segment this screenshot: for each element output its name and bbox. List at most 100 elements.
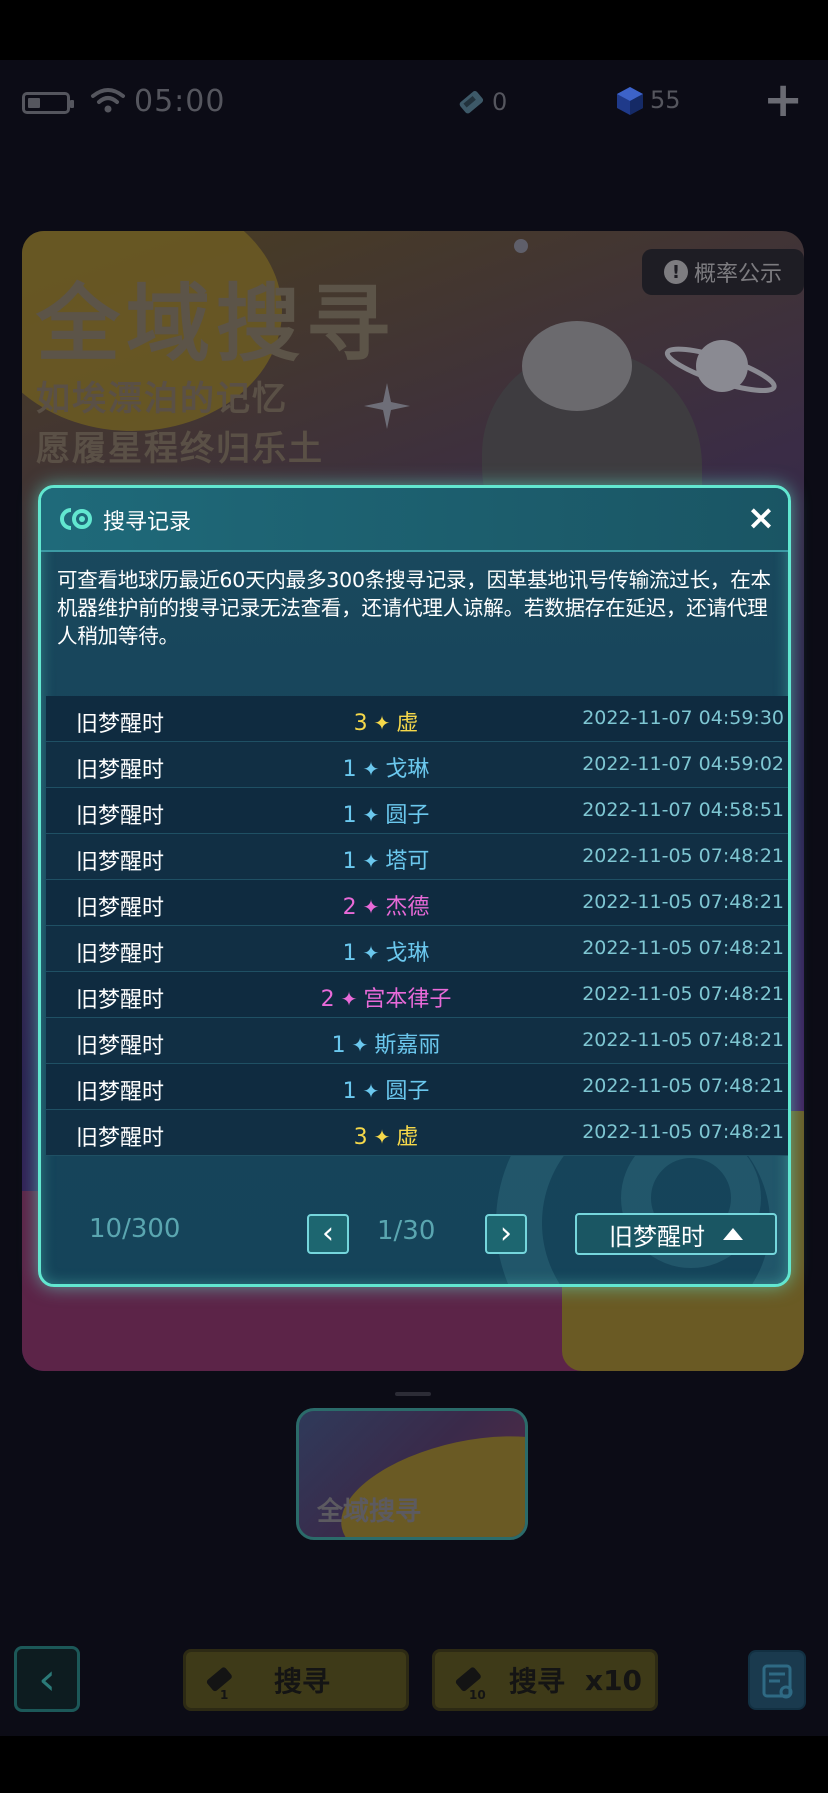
record-pool: 旧梦醒时	[76, 850, 165, 875]
record-result: 3 ✦ 虚	[236, 705, 536, 737]
record-character: 杰德	[385, 895, 430, 920]
record-row: 旧梦醒时 2 ✦ 宫本律子 2022-11-05 07:48:21	[46, 972, 788, 1018]
info-icon: !	[663, 260, 688, 284]
ticket-count: 0	[492, 88, 508, 116]
star-icon: ✦	[362, 803, 380, 827]
record-pool: 旧梦醒时	[76, 1034, 165, 1059]
record-pool: 旧梦醒时	[76, 942, 165, 967]
record-result: 1 ✦ 圆子	[236, 797, 536, 829]
record-character: 戈琳	[385, 757, 430, 782]
record-stars: 3	[353, 711, 368, 736]
record-time: 2022-11-07 04:59:30	[582, 707, 784, 729]
drag-handle	[395, 1392, 431, 1396]
next-page-button[interactable]: ›	[485, 1214, 527, 1254]
battery-icon	[22, 92, 74, 114]
record-result: 2 ✦ 杰德	[236, 889, 536, 921]
modal-title: 搜寻记录	[103, 510, 192, 535]
search-once-label: 搜寻	[274, 1665, 331, 1698]
record-stars: 1	[331, 1033, 346, 1058]
record-time: 2022-11-07 04:58:51	[582, 799, 784, 821]
record-pool: 旧梦醒时	[76, 896, 165, 921]
record-row: 旧梦醒时 2 ✦ 杰德 2022-11-05 07:48:21	[46, 880, 788, 926]
record-row: 旧梦醒时 3 ✦ 虚 2022-11-05 07:48:21	[46, 1110, 788, 1156]
record-time: 2022-11-05 07:48:21	[582, 983, 784, 1005]
clock: 05:00	[134, 84, 226, 119]
star-icon: ✦	[340, 987, 358, 1011]
star-icon: ✦	[362, 757, 380, 781]
record-character: 圆子	[385, 803, 430, 828]
search-ten-count: x10	[585, 1663, 643, 1697]
record-row: 旧梦醒时 1 ✦ 戈琳 2022-11-07 04:59:02	[46, 742, 788, 788]
search-once-button[interactable]: 1 搜寻	[183, 1649, 409, 1711]
search-record-modal: 搜寻记录 × 可查看地球历最近60天内最多300条搜寻记录，因革基地讯号传输流过…	[38, 485, 791, 1287]
banner-subtitle: 如埃漂泊的记忆	[36, 379, 288, 419]
record-pool: 旧梦醒时	[76, 712, 165, 737]
sparkle-icon	[364, 383, 410, 429]
record-time: 2022-11-05 07:48:21	[582, 845, 784, 867]
record-character: 圆子	[385, 1079, 430, 1104]
ticket-icon: 1	[200, 1660, 240, 1702]
record-stars: 2	[342, 895, 357, 920]
record-pool: 旧梦醒时	[76, 988, 165, 1013]
record-stars: 3	[353, 1125, 368, 1150]
record-result: 1 ✦ 斯嘉丽	[236, 1027, 536, 1059]
record-log-button[interactable]	[748, 1650, 806, 1710]
search-ten-button[interactable]: 10 搜寻 x10	[432, 1649, 658, 1711]
star-icon: ✦	[362, 941, 380, 965]
record-time: 2022-11-05 07:48:21	[582, 1029, 784, 1051]
record-stars: 2	[320, 987, 335, 1012]
record-stars: 1	[342, 803, 357, 828]
record-character: 斯嘉丽	[374, 1033, 441, 1058]
record-stars: 1	[342, 849, 357, 874]
probability-button[interactable]: ! 概率公示	[642, 249, 804, 295]
record-row: 旧梦醒时 3 ✦ 虚 2022-11-07 04:59:30	[46, 696, 788, 742]
record-pool: 旧梦醒时	[76, 1080, 165, 1105]
star-icon: ✦	[362, 1079, 380, 1103]
star-icon: ✦	[373, 1125, 391, 1149]
add-currency-button[interactable]: +	[763, 76, 803, 124]
record-stars: 1	[342, 1079, 357, 1104]
close-button[interactable]: ×	[741, 498, 781, 538]
probability-label: 概率公示	[693, 262, 782, 287]
record-row: 旧梦醒时 1 ✦ 戈琳 2022-11-05 07:48:21	[46, 926, 788, 972]
record-row: 旧梦醒时 1 ✦ 圆子 2022-11-05 07:48:21	[46, 1064, 788, 1110]
record-stars: 1	[342, 757, 357, 782]
banner-subtitle: 愿履星程终归乐土	[36, 429, 324, 469]
record-result: 1 ✦ 圆子	[236, 1073, 536, 1105]
back-button[interactable]: ‹	[14, 1646, 80, 1712]
ticket-icon	[459, 91, 484, 114]
record-time: 2022-11-05 07:48:21	[582, 937, 784, 959]
record-row: 旧梦醒时 1 ✦ 斯嘉丽 2022-11-05 07:48:21	[46, 1018, 788, 1064]
star-icon: ✦	[373, 711, 391, 735]
log-icon	[762, 1664, 793, 1699]
record-result: 1 ✦ 塔可	[236, 843, 536, 875]
banner-card[interactable]: 全域搜寻	[296, 1408, 528, 1540]
record-pool: 旧梦醒时	[76, 758, 165, 783]
pool-filter-dropdown[interactable]: 旧梦醒时	[575, 1213, 777, 1255]
page-indicator: 1/30	[377, 1216, 436, 1246]
ticket-icon: 10	[449, 1660, 489, 1702]
record-character: 宫本律子	[363, 987, 452, 1012]
record-result: 3 ✦ 虚	[236, 1119, 536, 1151]
record-result: 2 ✦ 宫本律子	[236, 981, 536, 1013]
record-time: 2022-11-05 07:48:21	[582, 891, 784, 913]
search-ten-label: 搜寻	[509, 1665, 566, 1698]
record-time: 2022-11-07 04:59:02	[582, 753, 784, 775]
record-result: 1 ✦ 戈琳	[236, 935, 536, 967]
record-stars: 1	[342, 941, 357, 966]
record-character: 戈琳	[385, 941, 430, 966]
pool-filter-label: 旧梦醒时	[609, 1222, 705, 1251]
star-icon: ✦	[362, 895, 380, 919]
notice-text: 可查看地球历最近60天内最多300条搜寻记录，因革基地讯号传输流过长，在本机器维…	[57, 568, 771, 648]
prev-page-button[interactable]: ‹	[307, 1214, 349, 1254]
record-time: 2022-11-05 07:48:21	[582, 1121, 784, 1143]
wifi-icon	[91, 88, 125, 113]
record-character: 虚	[396, 1125, 419, 1150]
record-character: 虚	[396, 711, 419, 736]
cube-currency-icon	[617, 87, 643, 115]
record-pool: 旧梦醒时	[76, 804, 165, 829]
record-pool: 旧梦醒时	[76, 1126, 165, 1151]
record-time: 2022-11-05 07:48:21	[582, 1075, 784, 1097]
record-result: 1 ✦ 戈琳	[236, 751, 536, 783]
banner-title: 全域搜寻	[36, 275, 397, 373]
